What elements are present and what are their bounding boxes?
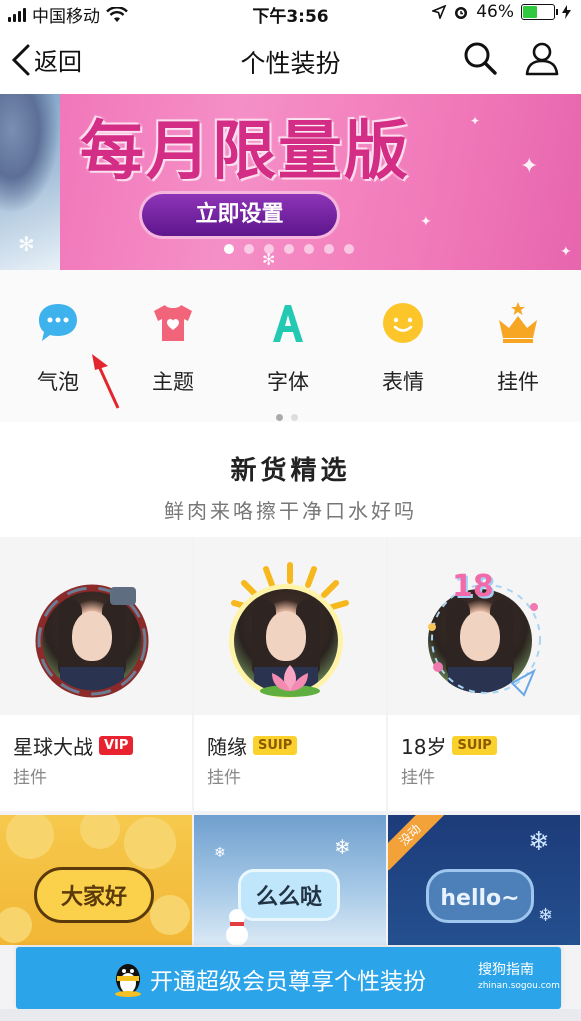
search-icon[interactable] (462, 40, 498, 76)
font-a-icon (273, 305, 303, 342)
smiley-icon (383, 303, 423, 343)
product-category: 挂件 (401, 768, 435, 788)
watermark-domain: zhinan.sogou.com (478, 981, 560, 991)
category-theme[interactable]: 主题 (133, 300, 213, 396)
watermark-brand: 搜狗指南 (478, 962, 534, 978)
new-arrivals-header: 新货精选 鲜肉来咯擦干净口水好吗 (0, 422, 581, 537)
category-label: 主题 (152, 370, 194, 394)
product-name: 18岁 SUIP (401, 731, 497, 760)
location-icon (432, 5, 447, 19)
banner-dot[interactable] (344, 244, 354, 254)
product-category: 挂件 (13, 768, 47, 788)
charging-icon (562, 5, 571, 19)
snowflake-icon: ❄ (538, 905, 554, 926)
snowflake-icon: ❄ (334, 835, 351, 859)
bubble-card[interactable]: ❄ ❄ 么么哒 (194, 815, 386, 945)
category-emoji[interactable]: 表情 (363, 300, 443, 396)
banner-dot[interactable] (264, 244, 274, 254)
snowflake-icon: ❄ (528, 827, 550, 857)
tshirt-icon (154, 305, 192, 341)
battery-icon (521, 4, 558, 20)
sparkle-icon: ✦ (560, 244, 572, 260)
suip-badge: SUIP (253, 736, 298, 755)
category-label: 挂件 (497, 370, 539, 394)
battery-percent: 46% (476, 2, 514, 22)
lotus-icon (260, 665, 320, 697)
alarm-icon (455, 7, 468, 19)
status-right: 46% (432, 2, 571, 22)
category-label: 表情 (382, 370, 424, 394)
open-svip-label: 开通超级会员尊享个性装扮 (150, 969, 426, 995)
sparkle-icon: ✦ (420, 214, 432, 230)
category-bubble[interactable]: 气泡 (18, 300, 98, 396)
banner-dot[interactable] (224, 244, 234, 254)
chat-bubble-icon (39, 304, 77, 341)
banner-title: 每月限量版 (80, 114, 410, 189)
vip-badge: VIP (99, 736, 134, 755)
banner-dot[interactable] (244, 244, 254, 254)
status-bar: 中国移动 下午3:56 46% (0, 0, 581, 27)
banner-pagination (224, 244, 354, 254)
product-card[interactable]: 星球大战 VIP 挂件 (0, 537, 192, 811)
product-image (194, 537, 386, 715)
banner-dot[interactable] (304, 244, 314, 254)
section-title: 新货精选 (230, 456, 351, 486)
product-image: 18 (388, 537, 580, 715)
banner-dot[interactable] (324, 244, 334, 254)
product-category: 挂件 (207, 768, 241, 788)
sogou-watermark: 搜狗指南 zhinan.sogou.com (478, 962, 560, 994)
suip-badge: SUIP (452, 736, 497, 755)
banner-dot[interactable] (284, 244, 294, 254)
bubble-preview: 么么哒 (238, 869, 340, 921)
nav-bar: 返回 个性装扮 (0, 26, 581, 94)
starwars-frame-icon (35, 584, 149, 698)
category-pendant[interactable]: 挂件 (478, 300, 558, 396)
profile-icon[interactable] (524, 40, 560, 76)
bubble-card[interactable]: 没动 ❄ ❄ hello~ (388, 815, 580, 945)
category-font[interactable]: 字体 (248, 300, 328, 396)
sparkle-icon: ✦ (520, 154, 539, 179)
snowman-icon (226, 909, 248, 945)
animated-tag: 没动 (388, 815, 446, 871)
sparkle-icon: ✦ (470, 114, 481, 128)
bubble-card[interactable]: 大家好 (0, 815, 192, 945)
promo-banner[interactable]: ✻ ✦ ✦ ✦ ✦ ✻ ✦ 每月限量版 立即设置 (0, 94, 581, 270)
eighteen-decoration: 18 (452, 569, 494, 604)
product-card[interactable]: 随缘 SUIP 挂件 (194, 537, 386, 811)
set-now-button[interactable]: 立即设置 (142, 194, 337, 236)
bubble-preview: 大家好 (34, 867, 154, 923)
annotation-arrow-icon (92, 354, 120, 409)
qq-penguin-icon (115, 964, 141, 997)
sparkle-icon: ✻ (18, 232, 35, 256)
bottom-strip (0, 1009, 581, 1021)
snowflake-icon: ❄ (214, 845, 226, 861)
category-label: 气泡 (37, 370, 79, 394)
bubble-preview: hello~ (426, 869, 534, 923)
category-pagination (276, 414, 298, 421)
product-card[interactable]: 18 18岁 SUIP 挂件 (388, 537, 580, 811)
section-subtitle: 鲜肉来咯擦干净口水好吗 (164, 499, 417, 523)
product-name: 随缘 SUIP (207, 731, 298, 760)
product-name: 星球大战 VIP (13, 731, 134, 760)
crown-icon (499, 302, 537, 343)
category-label: 字体 (267, 370, 309, 394)
product-image (0, 537, 192, 715)
